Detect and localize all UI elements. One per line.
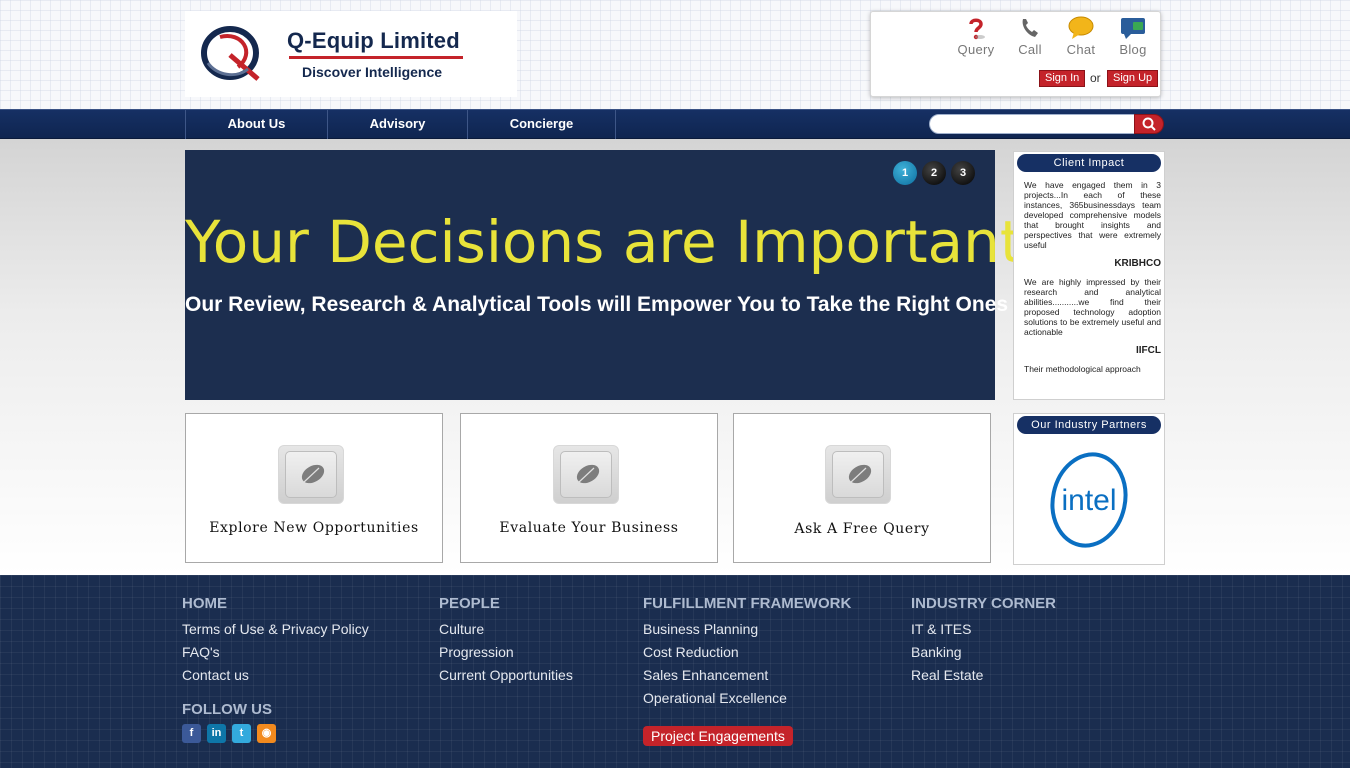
main-nav: About Us Advisory Concierge [0,109,1350,139]
utility-panel: Query Call Chat Blog Sign In or Sign Up [870,11,1161,97]
footer-col-people: PEOPLE Culture Progression Current Oppor… [439,595,573,687]
nav-divider [615,110,616,139]
intel-logo[interactable]: intel [1014,438,1166,558]
company-name: Q-Equip Limited [287,28,460,53]
testimonial-text: Their methodological approach [1024,364,1141,374]
twitter-icon[interactable]: t [232,724,251,743]
footer-col-industry: INDUSTRY CORNER IT & ITES Banking Real E… [911,595,1056,687]
card-explore-opportunities[interactable]: Explore New Opportunities [185,413,443,563]
footer-link-operational-excellence[interactable]: Operational Excellence [643,687,851,710]
slider-dot-3[interactable]: 3 [951,161,975,185]
footer: HOME Terms of Use & Privacy Policy FAQ's… [0,575,1350,768]
footer-link-it-ites[interactable]: IT & ITES [911,618,1056,641]
footer-link-contact[interactable]: Contact us [182,664,369,687]
search-icon [1142,117,1156,131]
testimonial-list[interactable]: We have engaged them in 3 projects...In … [1014,172,1164,398]
industry-partners-panel: Our Industry Partners intel [1013,413,1165,565]
auth-separator: or [1090,71,1101,85]
search-input[interactable] [929,114,1135,134]
client-impact-title: Client Impact [1017,154,1161,172]
slider-dot-1[interactable]: 1 [893,161,917,185]
footer-col-home: HOME Terms of Use & Privacy Policy FAQ's… [182,595,369,743]
leaf-icon [825,445,891,504]
footer-people-heading[interactable]: PEOPLE [439,595,573,612]
footer-industry-heading[interactable]: INDUSTRY CORNER [911,595,1056,612]
card-evaluate-business[interactable]: Evaluate Your Business [460,413,718,563]
facebook-icon[interactable]: f [182,724,201,743]
social-links: f in t ◉ [182,724,369,743]
nav-item-about-us[interactable]: About Us [185,110,327,139]
nav-item-concierge[interactable]: Concierge [467,110,615,139]
card-label: Ask A Free Query [794,521,930,537]
call-label: Call [1018,42,1042,57]
logo-divider [289,56,463,59]
footer-link-faqs[interactable]: FAQ's [182,641,369,664]
footer-link-progression[interactable]: Progression [439,641,573,664]
slider-dot-2[interactable]: 2 [922,161,946,185]
sign-in-button[interactable]: Sign In [1039,70,1086,87]
footer-link-terms[interactable]: Terms of Use & Privacy Policy [182,618,369,641]
testimonial-text: We are highly impressed by their researc… [1024,277,1161,337]
chat-bubble-icon [1068,16,1094,39]
footer-link-culture[interactable]: Culture [439,618,573,641]
footer-link-banking[interactable]: Banking [911,641,1056,664]
chat-link[interactable]: Chat [1056,16,1106,57]
client-impact-panel: Client Impact We have engaged them in 3 … [1013,151,1165,400]
footer-framework-heading[interactable]: FULFILLMENT FRAMEWORK [643,595,851,612]
footer-link-real-estate[interactable]: Real Estate [911,664,1056,687]
leaf-icon [278,445,344,504]
logo[interactable]: Q-Equip Limited Discover Intelligence [185,11,517,97]
blog-label: Blog [1119,42,1147,57]
slide-heading: Your Decisions are Important [185,208,1023,276]
nav-item-advisory[interactable]: Advisory [327,110,467,139]
slide-subheading: Our Review, Research & Analytical Tools … [185,293,1009,316]
industry-partners-title: Our Industry Partners [1017,416,1161,434]
rss-icon[interactable]: ◉ [257,724,276,743]
project-engagements-button[interactable]: Project Engagements [643,726,793,746]
query-link[interactable]: Query [951,16,1001,57]
leaf-icon [553,445,619,504]
footer-link-business-planning[interactable]: Business Planning [643,618,851,641]
card-label: Evaluate Your Business [499,520,679,536]
testimonial-client: KRIBHCO [1114,258,1161,269]
query-label: Query [957,42,995,57]
footer-home-heading[interactable]: HOME [182,595,369,612]
phone-icon [1022,19,1038,37]
intel-logo-text: intel [1061,484,1116,517]
question-icon [969,18,985,40]
search-button[interactable] [1134,114,1164,134]
sign-up-button[interactable]: Sign Up [1107,70,1159,87]
chat-label: Chat [1066,42,1096,57]
hero-slider: 1 2 3 Your Decisions are Important Our R… [185,150,1023,400]
logo-mark-icon [201,26,260,81]
footer-link-opportunities[interactable]: Current Opportunities [439,664,573,687]
company-tagline: Discover Intelligence [302,64,443,80]
blog-link[interactable]: Blog [1108,16,1158,57]
call-link[interactable]: Call [1005,16,1055,57]
blog-icon [1121,18,1145,39]
testimonial-client: IIFCL [1136,345,1161,356]
linkedin-icon[interactable]: in [207,724,226,743]
follow-us-heading: FOLLOW US [182,701,272,718]
testimonial-text: We have engaged them in 3 projects...In … [1024,180,1161,250]
footer-link-cost-reduction[interactable]: Cost Reduction [643,641,851,664]
card-label: Explore New Opportunities [209,520,419,536]
footer-col-framework: FULFILLMENT FRAMEWORK Business Planning … [643,595,851,710]
card-ask-free-query[interactable]: Ask A Free Query [733,413,991,563]
footer-link-sales-enhancement[interactable]: Sales Enhancement [643,664,851,687]
